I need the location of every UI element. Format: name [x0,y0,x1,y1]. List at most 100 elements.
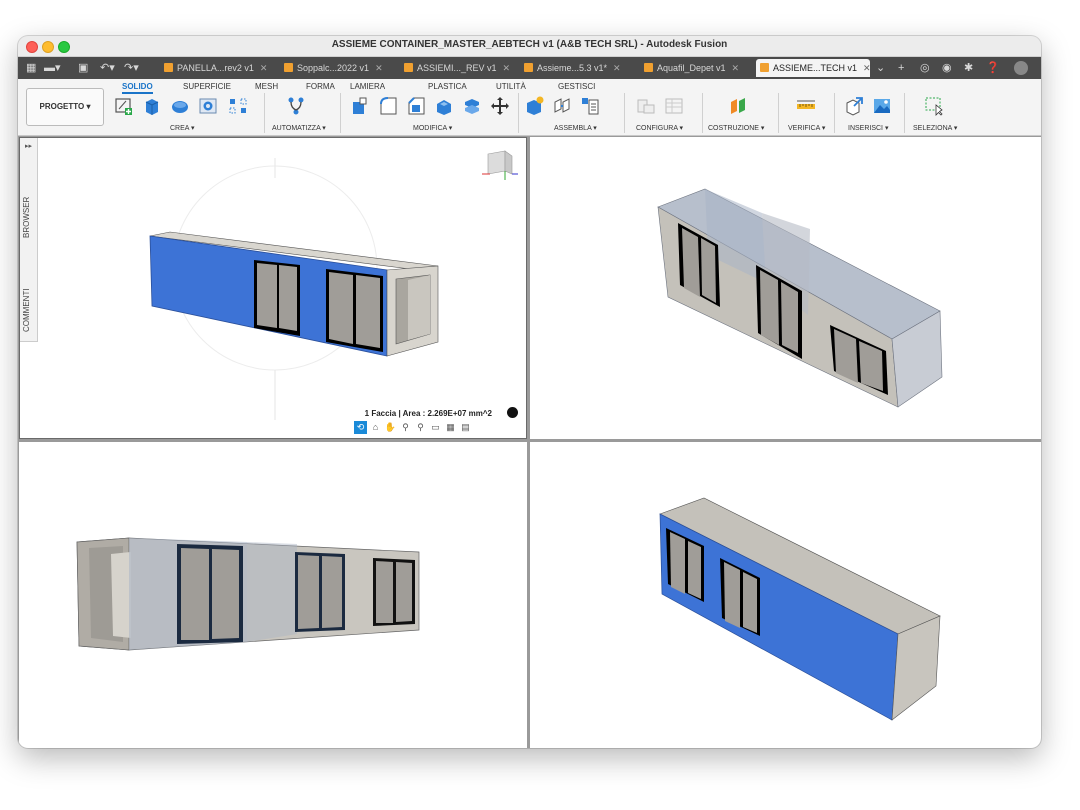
title-bar: ASSIEME CONTAINER_MASTER_AEBTECH v1 (A&B… [18,36,1041,57]
pan-icon[interactable]: ✋ [384,421,397,434]
hole-icon[interactable] [198,96,218,116]
model-view-top-left[interactable] [20,138,526,438]
design-icon [760,63,769,72]
document-tab[interactable]: PANELLA...rev2 v1 ✕ [160,59,270,77]
group-verifica[interactable]: VERIFICA ▾ [788,124,825,132]
document-tab[interactable]: ASSIEMI..._REV v1 ✕ [400,59,510,77]
revolve-icon[interactable] [170,96,190,116]
tab-mesh[interactable]: MESH [255,82,278,91]
new-component-icon[interactable] [524,96,544,116]
app-window: ASSIEME CONTAINER_MASTER_AEBTECH v1 (A&B… [18,36,1041,748]
pattern-icon[interactable] [228,96,248,116]
group-automatizza[interactable]: AUTOMATIZZA ▾ [272,124,326,132]
fit-icon[interactable]: ⚲ [414,421,427,434]
extrude-icon[interactable] [142,96,162,116]
save-icon[interactable]: ▣ [78,61,88,75]
group-crea[interactable]: CREA ▾ [170,124,195,132]
close-tab-icon[interactable]: ✕ [375,63,383,73]
new-tab-icon[interactable]: + [898,61,904,75]
insert-derive-icon[interactable] [844,96,864,116]
design-icon [164,63,173,72]
viewport-grid: ▸▸ BROWSER COMMENTI 1 Faccia | Area: 2.… [18,136,1041,748]
window-select-icon[interactable] [924,96,944,116]
display-mode-icon[interactable]: ▭ [429,421,442,434]
window-title: ASSIEME CONTAINER_MASTER_AEBTECH v1 (A&B… [331,39,728,50]
group-costruzione[interactable]: COSTRUZIONE ▾ [708,124,764,132]
document-tab-bar: ▦ ▬▾ ▣ ↶▾ ↷▾ PANELLA...rev2 v1 ✕ Soppalc.… [18,57,1041,79]
model-view-bottom-right[interactable] [530,442,1041,748]
design-icon [284,63,293,72]
close-tab-icon[interactable]: ✕ [732,63,740,73]
tab-solido[interactable]: SOLIDO [122,82,153,94]
tab-lamiera[interactable]: LAMIERA [350,82,385,91]
project-switcher[interactable]: PROGETTO ▾ [26,88,104,126]
close-tab-icon[interactable]: ✕ [260,63,268,73]
tab-forma[interactable]: FORMA [306,82,335,91]
grid-menu-icon[interactable]: ▦ [26,61,36,75]
view-cube[interactable] [482,150,518,180]
selection-status: 1 Faccia | Area : 2.269E+07 mm^2 [364,409,492,418]
model-view-bottom-left[interactable] [19,442,527,748]
document-tab-active[interactable]: ASSIEME...TECH v1 ✕ [756,59,871,77]
shell-icon[interactable] [434,96,454,116]
configuration-table-icon[interactable] [664,96,684,116]
document-tab[interactable]: Soppalc...2022 v1 ✕ [280,59,390,77]
job-status-icon[interactable]: ◉ [942,61,952,75]
avatar[interactable] [1014,61,1028,75]
undo-icon[interactable]: ↶▾ [100,61,115,75]
group-seleziona[interactable]: SELEZIONA ▾ [913,124,957,132]
redo-icon[interactable]: ↷▾ [124,61,139,75]
notifications-icon[interactable]: ✱ [964,61,973,75]
group-configura[interactable]: CONFIGURA ▾ [636,124,683,132]
ribbon-divider [904,93,905,133]
move-icon[interactable] [490,96,510,116]
display-settings-icon[interactable] [507,407,518,418]
joint-icon[interactable] [552,96,572,116]
viewports-icon[interactable]: ▤ [459,421,472,434]
press-pull-icon[interactable] [350,96,370,116]
document-tab[interactable]: Assieme...5.3 v1* ✕ [520,59,632,77]
tab-overflow-icon[interactable]: ⌄ [876,61,885,75]
viewport-perspective[interactable]: ▸▸ BROWSER COMMENTI 1 Faccia | Area: 2.… [19,137,527,439]
group-inserisci[interactable]: INSERISCI ▾ [848,124,888,132]
close-tab-icon[interactable]: ✕ [863,63,871,73]
chamfer-icon[interactable] [406,96,426,116]
design-icon [644,63,653,72]
ribbon-divider [518,93,519,133]
model-view-top-right[interactable] [530,137,1041,439]
group-assembla[interactable]: ASSEMBLA ▾ [554,124,597,132]
extensions-icon[interactable]: ◎ [920,61,930,75]
construction-plane-icon[interactable] [728,96,748,116]
look-at-icon[interactable]: ⌂ [369,421,382,434]
zoom-icon[interactable]: ⚲ [399,421,412,434]
ribbon-divider [340,93,341,133]
ribbon-divider [264,93,265,133]
ribbon-divider [702,93,703,133]
as-built-joint-icon[interactable] [580,96,600,116]
viewport-bottom-right[interactable] [530,442,1041,748]
viewport-top-right[interactable] [530,137,1041,439]
group-modifica[interactable]: MODIFICA ▾ [413,124,452,132]
orbit-icon[interactable]: ⟲ [354,421,367,434]
close-tab-icon[interactable]: ✕ [503,63,511,73]
insert-canvas-icon[interactable] [872,96,892,116]
fillet-icon[interactable] [378,96,398,116]
file-menu-icon[interactable]: ▬▾ [44,61,61,75]
close-tab-icon[interactable]: ✕ [613,63,621,73]
split-body-icon[interactable] [462,96,482,116]
configure-icon[interactable] [636,96,656,116]
ribbon-divider [624,93,625,133]
ribbon-toolbar: PROGETTO ▾ SOLIDO SUPERFICIE MESH FORMA … [18,79,1041,136]
grid-settings-icon[interactable]: ▦ [444,421,457,434]
create-sketch-icon[interactable] [114,96,134,116]
tab-gestisci[interactable]: GESTISCI [558,82,595,91]
measure-icon[interactable] [796,96,816,116]
tab-superficie[interactable]: SUPERFICIE [183,82,231,91]
ribbon-divider [834,93,835,133]
tab-plastica[interactable]: PLASTICA [428,82,467,91]
automate-icon[interactable] [286,96,306,116]
document-tab[interactable]: Aquafil_Depet v1 ✕ [640,59,752,77]
help-icon[interactable]: ❓ [986,61,1000,75]
viewport-bottom-left[interactable] [19,442,527,748]
tab-utilita[interactable]: UTILITÀ [496,82,526,91]
